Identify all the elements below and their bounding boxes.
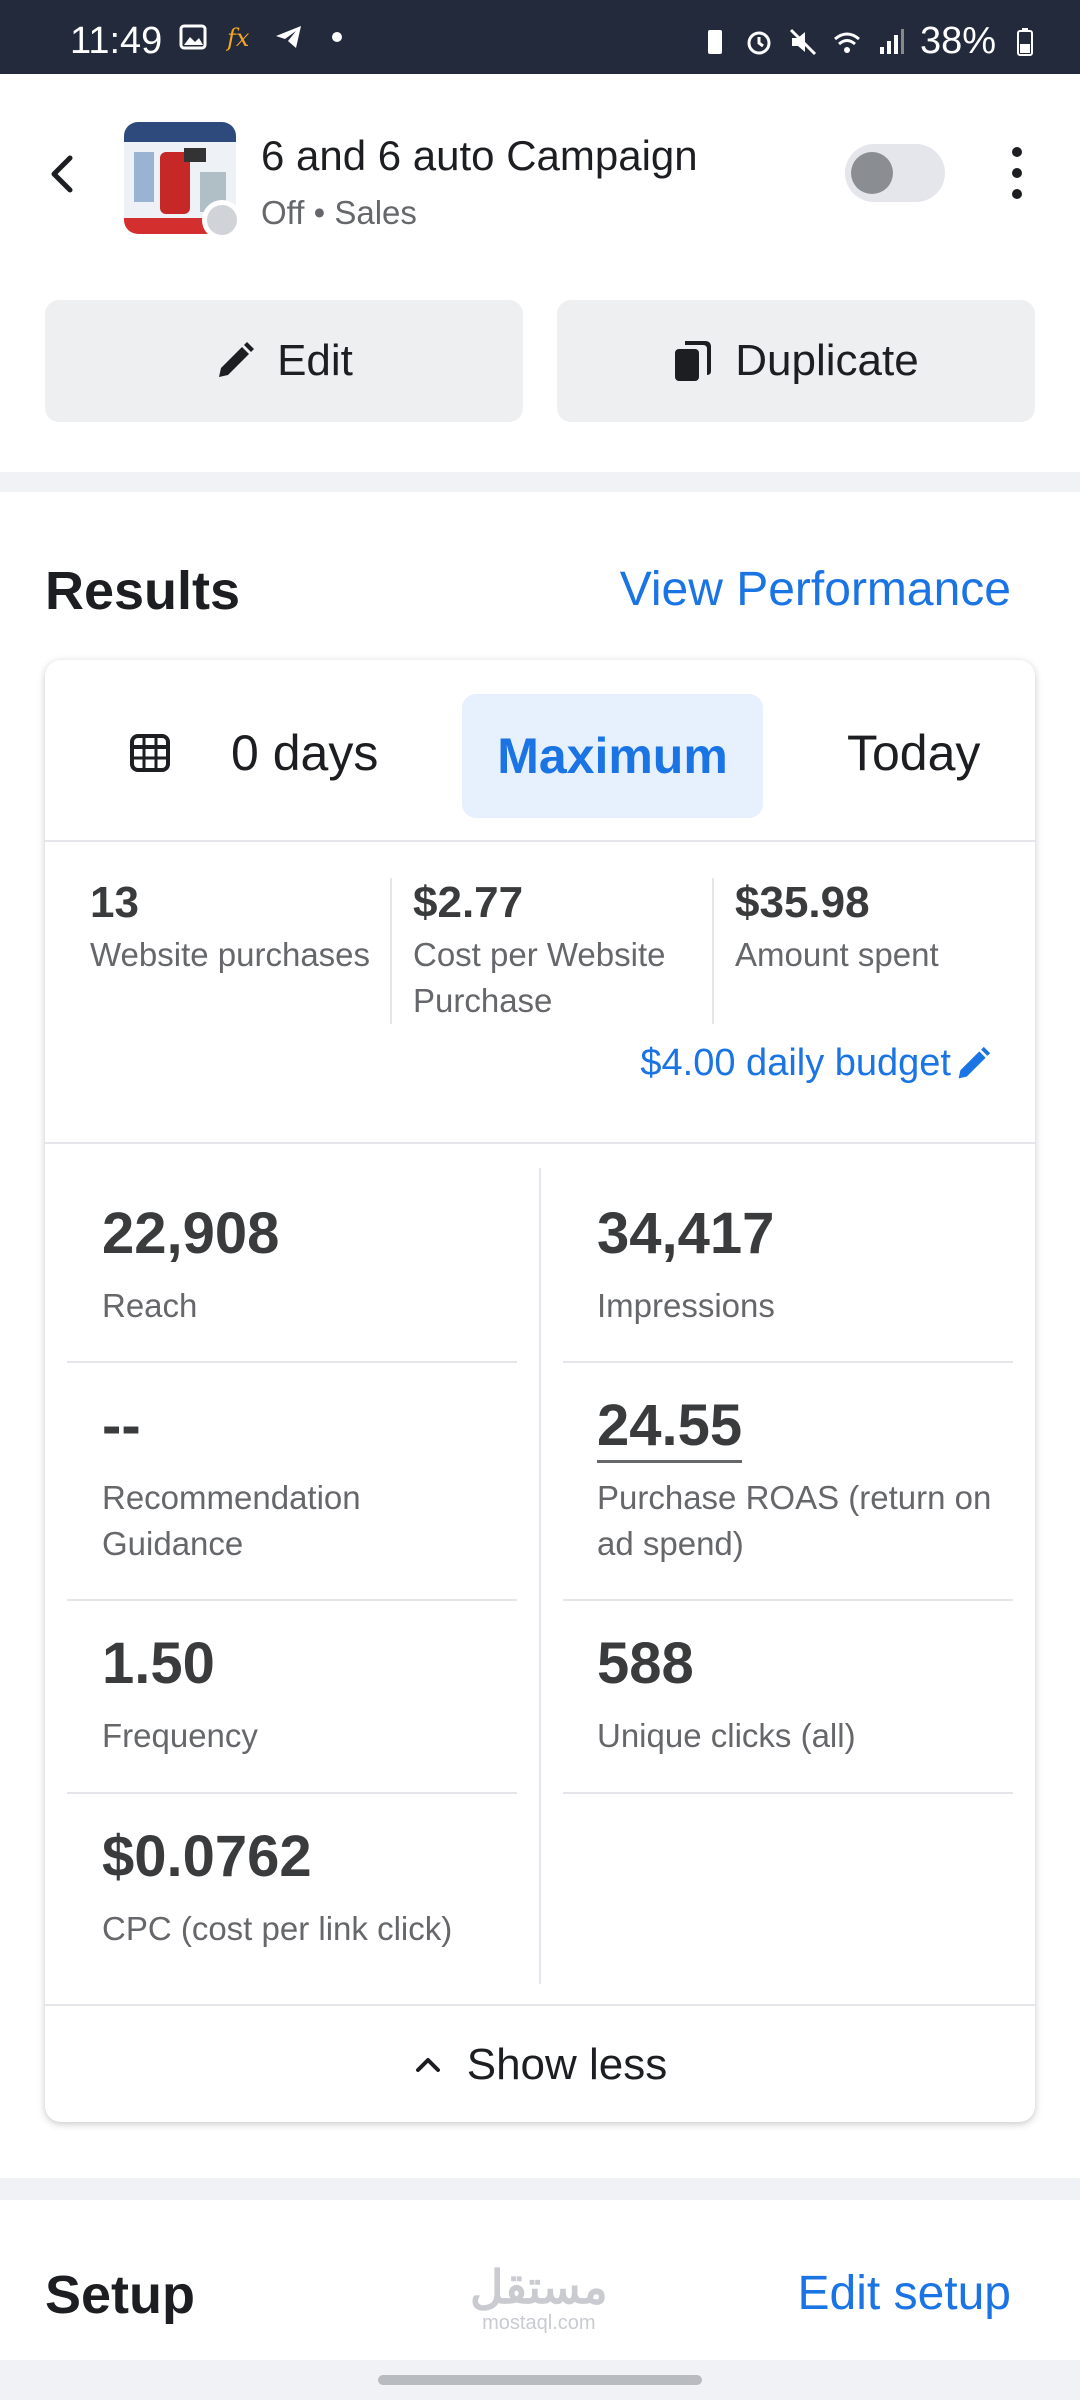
metric-value[interactable]: 24.55: [597, 1393, 743, 1463]
wifi-icon: [833, 32, 860, 53]
summary-divider: [390, 878, 392, 1024]
metrics-grid: 22,908 Reach -- Recommendation Guidance …: [45, 1144, 1035, 2004]
duplicate-icon: [675, 341, 712, 381]
battery-percent: 38%: [919, 20, 996, 62]
image-icon: [179, 24, 207, 50]
metric-value: 34,417: [597, 1201, 775, 1266]
chevron-up-icon: [415, 2058, 440, 2072]
fx-icon: fx: [226, 24, 250, 52]
pencil-icon: [219, 342, 255, 377]
tab-today[interactable]: Today: [847, 724, 980, 782]
metric-label: CPC (cost per link click): [102, 1910, 453, 1947]
date-range-tabs: 0 days Maximum Today: [45, 660, 1035, 842]
daily-budget-link[interactable]: $4.00 daily budget: [640, 1042, 991, 1085]
summary-label: Amount spent: [735, 936, 939, 973]
results-section: Results View Performance 0 days Maximum …: [0, 492, 1080, 2178]
metric-divider: [563, 1792, 1013, 1794]
svg-text:fx: fx: [226, 24, 250, 52]
metric-value: 22,908: [102, 1201, 280, 1266]
metric-frequency: 1.50 Frequency: [102, 1630, 258, 1759]
separator-dot: •: [313, 194, 335, 231]
metric-value: $0.0762: [102, 1824, 312, 1889]
metric-unique-clicks: 588 Unique clicks (all): [597, 1630, 856, 1759]
dot-icon: [332, 32, 342, 42]
toggle-knob: [851, 152, 893, 194]
results-summary: 13 Website purchases $2.77 Cost per Webs…: [45, 842, 1035, 1144]
summary-value: $2.77: [413, 878, 524, 927]
metrics-column-divider: [539, 1168, 541, 1984]
metric-label: Frequency: [102, 1717, 258, 1754]
summary-cost-per-purchase: $2.77 Cost per Website Purchase: [413, 878, 693, 1024]
calendar-icon[interactable]: [130, 732, 170, 772]
watermark: مستقل mostaql.com: [470, 2262, 608, 2334]
metric-label: Impressions: [597, 1287, 775, 1324]
summary-divider: [712, 878, 714, 1024]
summary-amount-spent: $35.98 Amount spent: [735, 878, 1025, 978]
show-less-label: Show less: [466, 2040, 668, 2089]
status-bar: 11:49 fx 38%: [0, 0, 1080, 74]
metric-value: --: [102, 1393, 141, 1458]
alarm-icon: [747, 31, 771, 54]
results-card: 0 days Maximum Today 13 Website purchase…: [45, 660, 1035, 2122]
daily-budget-label: $4.00 daily budget: [640, 1042, 951, 1084]
home-handle[interactable]: [378, 2375, 702, 2385]
status-time: 11:49: [70, 20, 163, 62]
campaign-objective: Sales: [334, 194, 417, 231]
edit-label: Edit: [277, 336, 353, 385]
duplicate-label: Duplicate: [735, 336, 919, 385]
edit-setup-link[interactable]: Edit setup: [798, 2266, 1011, 2321]
metric-divider: [67, 1599, 517, 1601]
battery-saver-icon: [707, 29, 722, 54]
mute-icon: [789, 28, 816, 55]
signal-icon: [879, 28, 904, 54]
metric-label: Unique clicks (all): [597, 1717, 856, 1754]
metric-impressions: 34,417 Impressions: [597, 1200, 775, 1329]
battery-icon: [1017, 27, 1033, 56]
metric-label: Recommendation Guidance: [102, 1479, 361, 1562]
metric-recommendation-guidance: -- Recommendation Guidance: [102, 1392, 502, 1567]
metric-reach: 22,908 Reach: [102, 1200, 279, 1329]
metric-divider: [563, 1599, 1013, 1601]
tab-0-days[interactable]: 0 days: [231, 724, 378, 782]
edit-budget-icon: [958, 1046, 991, 1078]
tab-maximum[interactable]: Maximum: [462, 694, 763, 818]
metric-value: 588: [597, 1631, 694, 1696]
watermark-latin: mostaql.com: [482, 2312, 596, 2334]
edit-button[interactable]: Edit: [45, 300, 523, 422]
status-left-icons: fx: [178, 22, 352, 52]
campaign-subtitle: Off • Sales: [261, 194, 417, 232]
back-arrow-icon[interactable]: [40, 144, 84, 204]
metric-value: 1.50: [102, 1631, 215, 1696]
show-less-button[interactable]: Show less: [45, 2004, 1035, 2124]
duplicate-button[interactable]: Duplicate: [557, 300, 1035, 422]
campaign-toggle[interactable]: [845, 144, 945, 202]
metric-purchase-roas[interactable]: 24.55 Purchase ROAS (return on ad spend): [597, 1392, 997, 1567]
gesture-nav-bar: [0, 2360, 1080, 2400]
status-right: 38%: [700, 20, 1040, 63]
metric-label: Reach: [102, 1287, 198, 1324]
watermark-arabic: مستقل: [470, 2261, 608, 2313]
results-title: Results: [45, 561, 241, 621]
summary-label: Website purchases: [90, 936, 371, 973]
telegram-icon: [276, 26, 301, 48]
campaign-title: 6 and 6 auto Campaign: [261, 132, 698, 179]
summary-website-purchases: 13 Website purchases: [90, 878, 380, 978]
status-dot: [202, 200, 242, 240]
metric-divider: [67, 1361, 517, 1363]
setup-title: Setup: [45, 2265, 196, 2325]
summary-label: Cost per Website Purchase: [413, 936, 666, 1019]
view-performance-link[interactable]: View Performance: [620, 562, 1011, 617]
metric-cpc: $0.0762 CPC (cost per link click): [102, 1823, 452, 1952]
metric-label: Purchase ROAS (return on ad spend): [597, 1479, 992, 1562]
metric-divider: [563, 1361, 1013, 1363]
more-options-icon[interactable]: [1005, 146, 1029, 200]
campaign-header: 6 and 6 auto Campaign Off • Sales Edit D…: [0, 74, 1080, 472]
summary-value: 13: [90, 878, 139, 927]
campaign-status: Off: [261, 194, 305, 231]
metric-divider: [67, 1792, 517, 1794]
summary-value: $35.98: [735, 878, 870, 927]
